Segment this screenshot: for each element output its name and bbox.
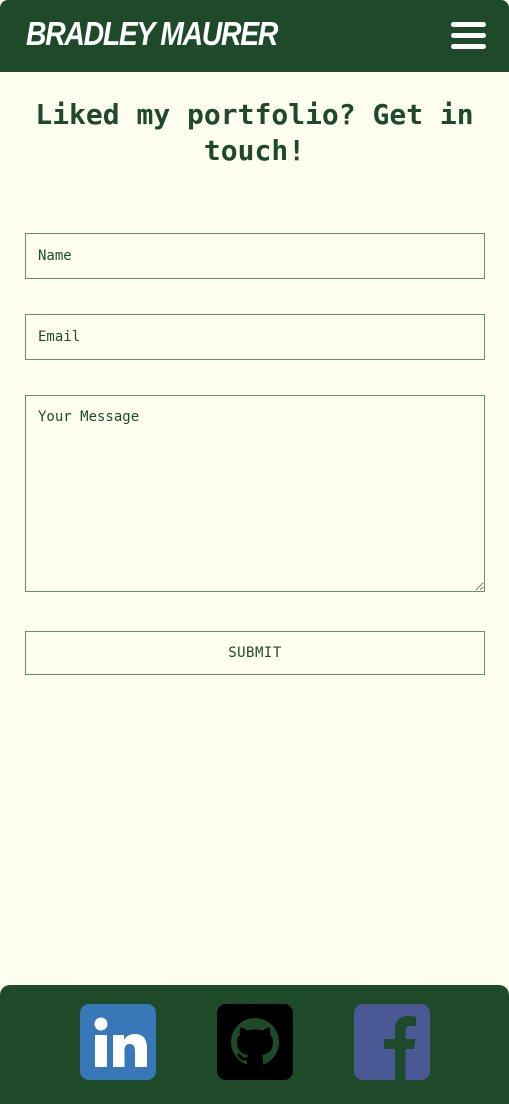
site-header: BRADLEY MAURER	[0, 0, 509, 72]
site-footer	[0, 985, 509, 1104]
linkedin-link[interactable]	[80, 1004, 156, 1080]
hamburger-menu-button[interactable]	[446, 17, 490, 55]
hamburger-menu-icon-bar	[451, 22, 486, 27]
github-link[interactable]	[217, 1004, 293, 1080]
facebook-icon	[354, 1004, 430, 1080]
github-icon	[217, 1004, 293, 1080]
page-title: Liked my portfolio? Get in touch!	[35, 98, 474, 167]
name-field[interactable]	[25, 233, 485, 279]
hamburger-menu-icon-bar	[451, 44, 486, 49]
hamburger-menu-icon-bar	[451, 33, 486, 38]
site-brand[interactable]: BRADLEY MAURER	[26, 14, 278, 54]
submit-button[interactable]: SUBMIT	[25, 631, 485, 675]
facebook-link[interactable]	[354, 1004, 430, 1080]
email-field[interactable]	[25, 314, 485, 360]
linkedin-icon	[80, 1004, 156, 1080]
message-field[interactable]	[25, 395, 485, 592]
